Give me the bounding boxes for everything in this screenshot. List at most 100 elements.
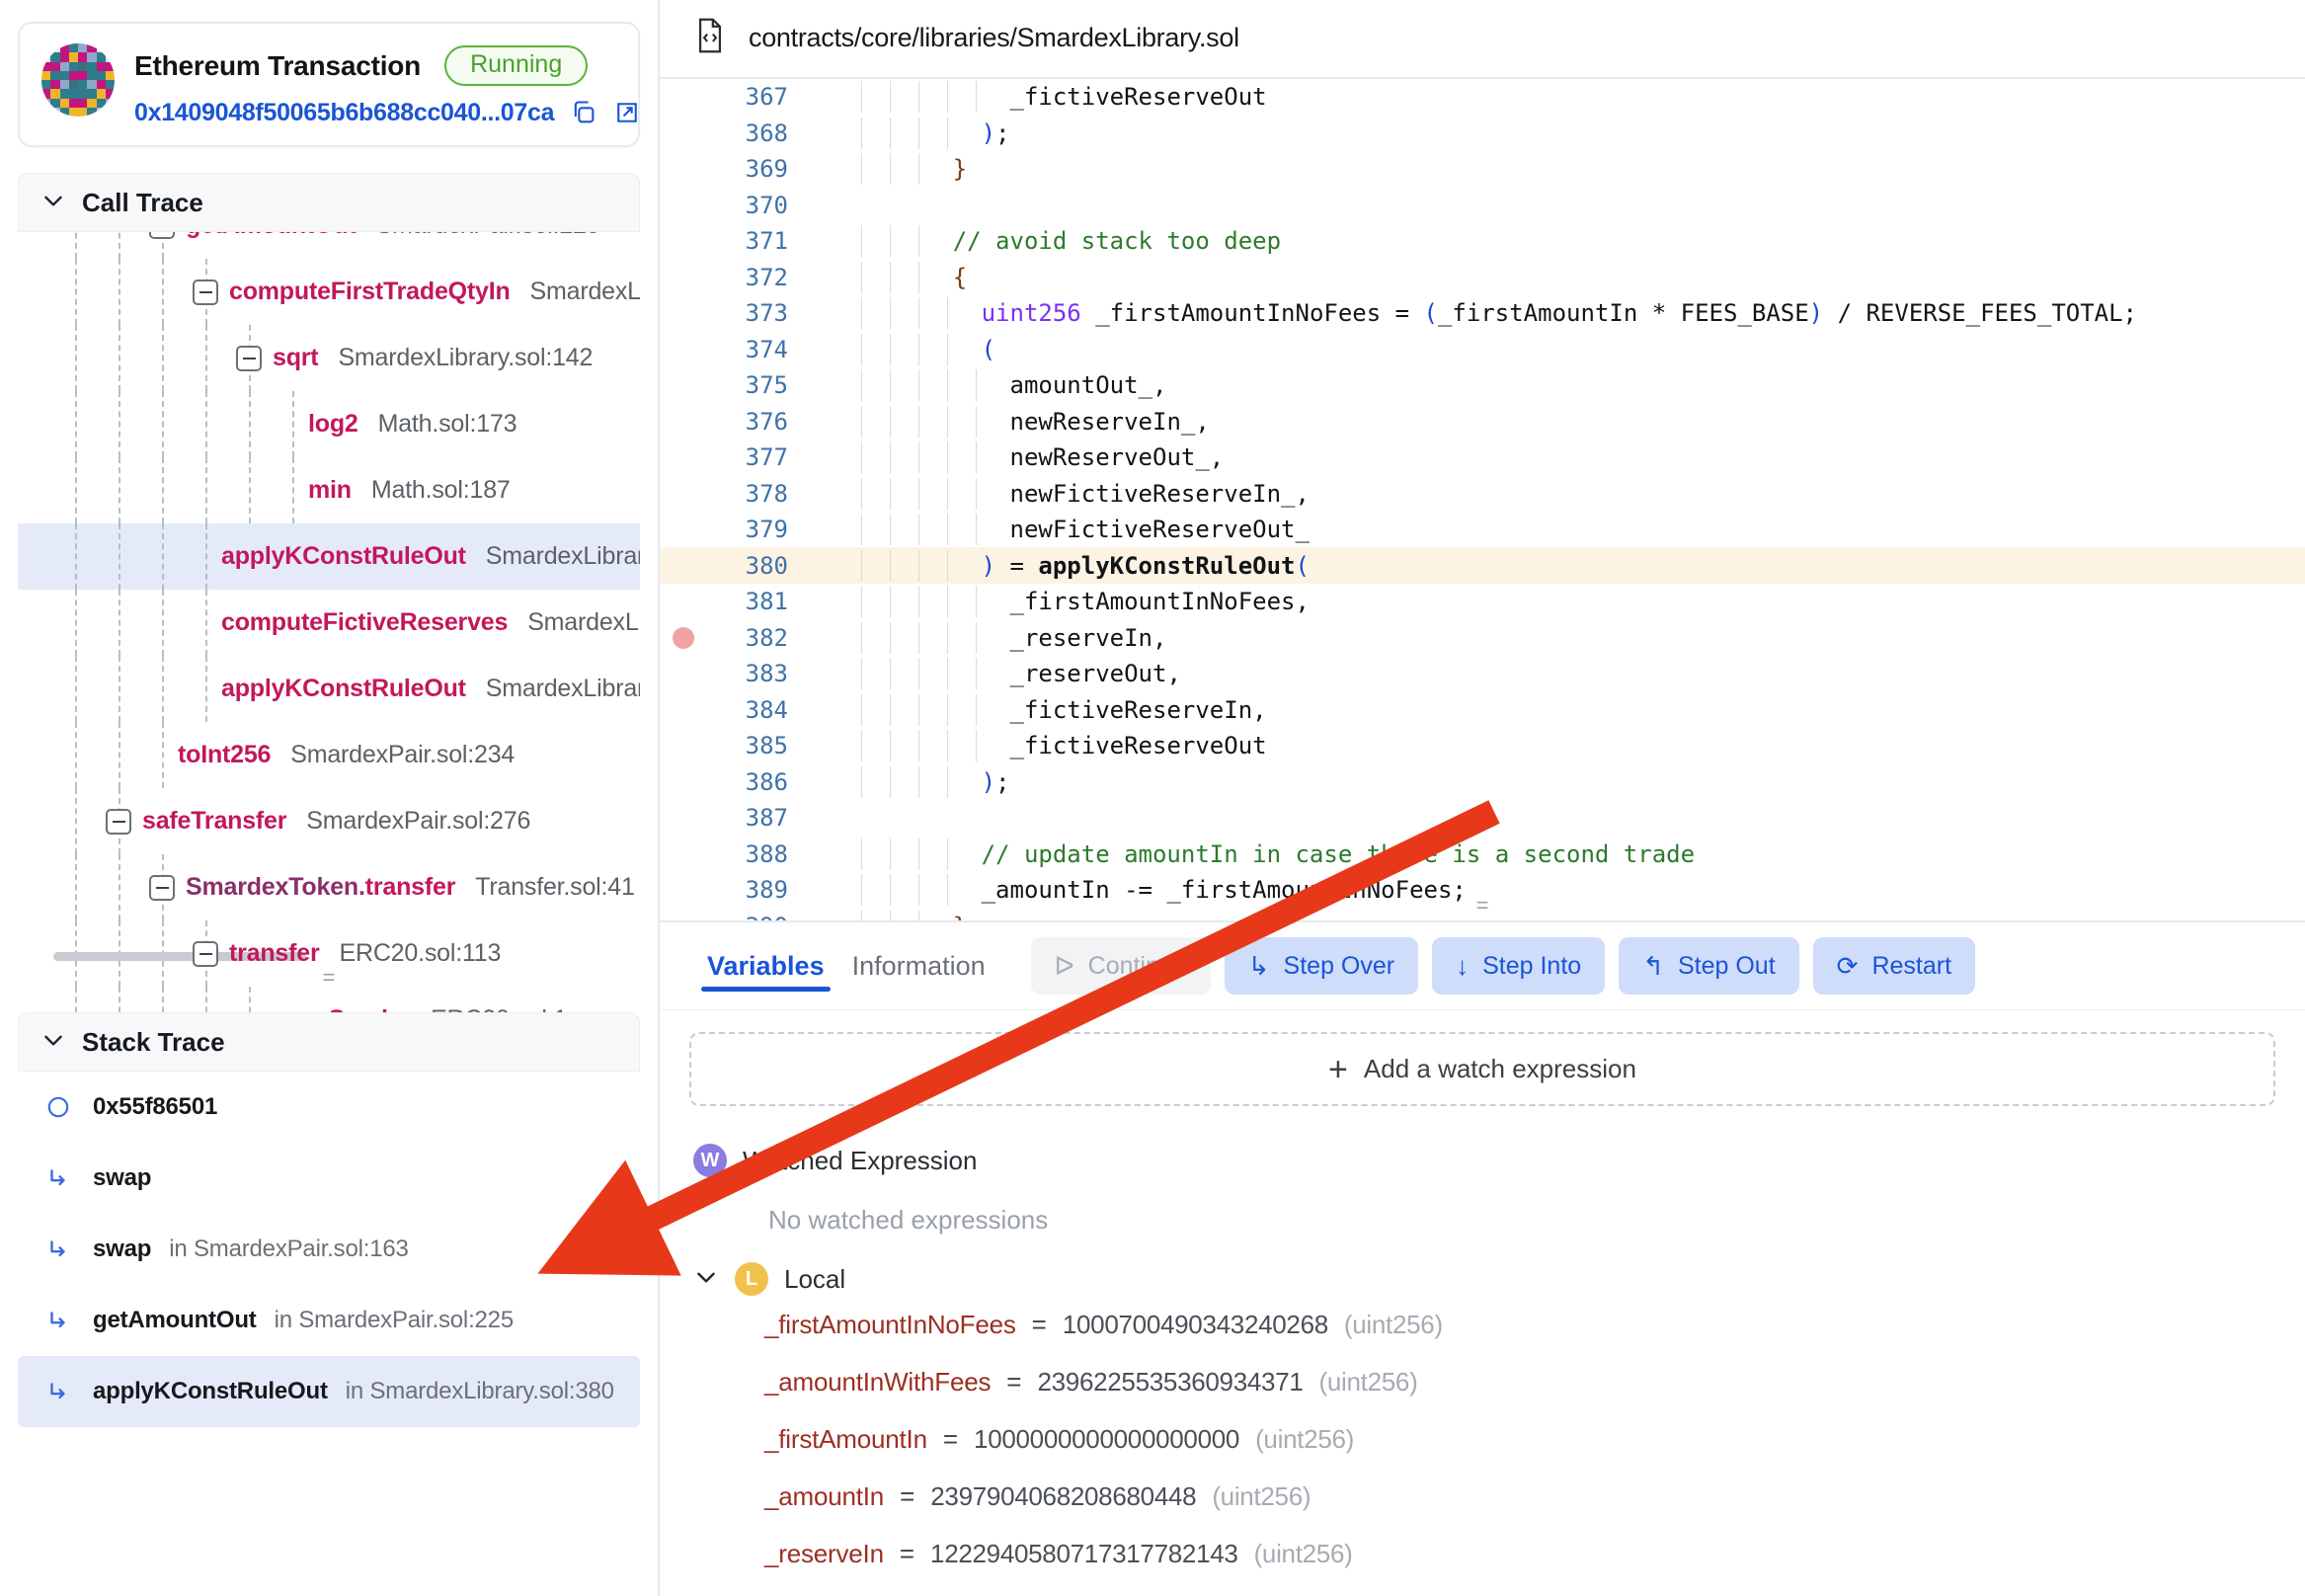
call-trace-row[interactable]: computeFirstTradeQtyIn SmardexLibrary.sol… bbox=[18, 259, 640, 325]
tab-information[interactable]: Information bbox=[838, 951, 999, 998]
code-line[interactable]: 372 { bbox=[660, 259, 2305, 295]
avatar-pixel bbox=[96, 89, 106, 99]
code-line[interactable]: 371 // avoid stack too deep bbox=[660, 223, 2305, 260]
step-over-button[interactable]: ↳ Step Over bbox=[1224, 937, 1419, 996]
indent-guide bbox=[861, 117, 862, 149]
code-token: newReserveIn_, bbox=[1009, 407, 1210, 436]
code-line[interactable]: 382 _reserveIn, bbox=[660, 619, 2305, 656]
tree-collapse-toggle[interactable] bbox=[236, 345, 262, 371]
transaction-hash-link[interactable]: 0x1409048f50065b6b688cc040...07ca bbox=[134, 99, 555, 127]
code-line[interactable]: 388 // update amountIn in case there is … bbox=[660, 836, 2305, 872]
indent-guide bbox=[975, 477, 977, 510]
code-line[interactable]: 383 _reserveOut, bbox=[660, 656, 2305, 692]
code-line[interactable]: 386 ); bbox=[660, 763, 2305, 800]
avatar-pixel bbox=[50, 107, 60, 117]
code-line[interactable]: 377 newReserveOut_, bbox=[660, 439, 2305, 476]
call-trace-row[interactable]: safeTransfer SmardexPair.sol:276 bbox=[18, 788, 640, 854]
indent-guide bbox=[861, 297, 862, 330]
call-trace-panel[interactable]: getAmountOut SmardexPair.sol:225 computeFi… bbox=[18, 232, 640, 1012]
call-trace-row[interactable]: min Math.sol:187 bbox=[18, 457, 640, 523]
code-line[interactable]: 384 _fictiveReserveIn, bbox=[660, 691, 2305, 728]
indent-guide bbox=[946, 333, 948, 365]
call-trace-row[interactable]: log2 Math.sol:173 bbox=[18, 391, 640, 457]
code-line[interactable]: 373 uint256 _firstAmountInNoFees = (_fir… bbox=[660, 295, 2305, 332]
line-number: 380 bbox=[745, 551, 788, 580]
restart-button[interactable]: ⟳ Restart bbox=[1812, 937, 1976, 996]
editor-resize-handle[interactable]: = bbox=[660, 895, 2305, 917]
code-line[interactable]: 387 bbox=[660, 800, 2305, 837]
code-line[interactable]: 381 _firstAmountInNoFees, bbox=[660, 584, 2305, 620]
breakpoint-gutter[interactable] bbox=[660, 626, 707, 649]
call-trace-row[interactable]: _msgSender ERC20.sol:1 bbox=[18, 987, 640, 1012]
indent-guide bbox=[889, 369, 891, 402]
avatar-pixel bbox=[41, 107, 51, 117]
call-trace-row[interactable]: computeFictiveReserves SmardexLibrary.sol… bbox=[18, 590, 640, 656]
stack-trace-row[interactable]: getAmountOut in SmardexPair.sol:225 bbox=[18, 1285, 640, 1356]
tree-collapse-toggle[interactable] bbox=[149, 874, 175, 901]
call-trace-row[interactable]: toInt256 SmardexPair.sol:234 bbox=[18, 722, 640, 788]
tree-collapse-toggle[interactable] bbox=[193, 279, 218, 305]
indent-guide bbox=[917, 658, 919, 690]
code-line[interactable]: 375 amountOut_, bbox=[660, 367, 2305, 404]
stack-trace-source-location: in SmardexPair.sol:225 bbox=[274, 1307, 515, 1333]
code-line[interactable]: 367 _fictiveReserveOut bbox=[660, 79, 2305, 116]
call-trace-row[interactable]: sqrt SmardexLibrary.sol:142 bbox=[18, 325, 640, 391]
call-trace-row[interactable]: getAmountOut SmardexPair.sol:225 bbox=[18, 232, 640, 259]
stack-trace-row[interactable]: applyKConstRuleOut in SmardexLibrary.sol:… bbox=[18, 1356, 640, 1427]
chevron-down-icon[interactable] bbox=[693, 1264, 719, 1295]
variable-row[interactable]: _amountInWithFees = 2396225535360934371 (ui… bbox=[693, 1367, 2305, 1424]
stack-trace-row[interactable]: swap in SmardexPair.sol:163 bbox=[18, 1214, 640, 1285]
breakpoint-icon[interactable] bbox=[673, 626, 694, 649]
variable-row[interactable]: _amountIn = 2397904068208680448 (uint256) bbox=[693, 1481, 2305, 1539]
avatar-pixel bbox=[41, 43, 51, 53]
tab-variables[interactable]: Variables bbox=[693, 951, 838, 998]
variable-row[interactable]: _firstAmountInNoFees = 1000700490343240268… bbox=[693, 1310, 2305, 1367]
code-token: ; bbox=[995, 767, 1010, 796]
tree-collapse-toggle[interactable] bbox=[106, 808, 131, 835]
external-link-icon[interactable] bbox=[613, 98, 641, 127]
code-line[interactable]: 379 newFictiveReserveOut_ bbox=[660, 512, 2305, 548]
avatar-pixel bbox=[87, 70, 97, 80]
code-line[interactable]: 368 ); bbox=[660, 115, 2305, 151]
equals-sign: = bbox=[942, 1424, 959, 1455]
avatar-pixel bbox=[68, 107, 78, 117]
code-line[interactable]: 370 bbox=[660, 187, 2305, 223]
indent-guide bbox=[917, 405, 919, 438]
stack-trace-row[interactable]: swap bbox=[18, 1143, 640, 1214]
step-out-button[interactable]: ↰ Step Out bbox=[1619, 937, 1799, 996]
code-token: _reserveIn, bbox=[1009, 623, 1167, 652]
code-line[interactable]: 369 } bbox=[660, 151, 2305, 188]
stack-trace-list: 0x55f86501 swap swap in SmardexPair.sol:163… bbox=[18, 1072, 640, 1427]
call-trace-function-name: sqrt bbox=[273, 344, 319, 371]
code-token: // avoid stack too deep bbox=[952, 227, 1282, 256]
avatar-pixel bbox=[50, 98, 60, 108]
stack-trace-row[interactable]: 0x55f86501 bbox=[18, 1072, 640, 1143]
code-line[interactable]: 376 newReserveIn_, bbox=[660, 403, 2305, 439]
avatar-pixel bbox=[96, 61, 106, 71]
call-trace-row[interactable]: SmardexToken.transfer Transfer.sol:41 bbox=[18, 854, 640, 920]
avatar-pixel bbox=[59, 43, 69, 53]
line-number: 384 bbox=[745, 695, 788, 724]
code-text: // avoid stack too deep bbox=[859, 225, 2305, 258]
code-editor[interactable]: 367 _fictiveReserveOut 368 ); 369 } 370 371 … bbox=[660, 78, 2305, 923]
local-variables-group[interactable]: L Local bbox=[693, 1248, 2305, 1310]
call-trace-resize-handle[interactable]: = bbox=[18, 967, 640, 989]
tree-collapse-toggle[interactable] bbox=[193, 940, 218, 967]
copy-icon[interactable] bbox=[570, 98, 597, 127]
code-line[interactable]: 374 ( bbox=[660, 331, 2305, 367]
code-line[interactable]: 380 ) = applyKConstRuleOut( bbox=[660, 547, 2305, 584]
stack-trace-header[interactable]: Stack Trace bbox=[18, 1012, 640, 1072]
call-trace-row[interactable]: applyKConstRuleOut SmardexLibrary.sol:380 bbox=[18, 523, 640, 590]
call-trace-row[interactable]: applyKConstRuleOut SmardexLibrary.sol:380 bbox=[18, 656, 640, 722]
call-trace-header[interactable]: Call Trace bbox=[18, 173, 640, 232]
watched-expression-group[interactable]: W Watched Expression bbox=[693, 1130, 2305, 1191]
variable-row[interactable]: _reserveIn = 1222940580717317782143 (uint25… bbox=[693, 1539, 2305, 1596]
code-line[interactable]: 378 newFictiveReserveIn_, bbox=[660, 475, 2305, 512]
code-token: newReserveOut_, bbox=[1009, 443, 1225, 472]
tree-collapse-toggle[interactable] bbox=[149, 232, 175, 239]
variable-row[interactable]: _firstAmountIn = 1000000000000000000 (uint2… bbox=[693, 1424, 2305, 1481]
add-watch-expression-button[interactable]: + Add a watch expression bbox=[689, 1032, 2275, 1107]
avatar-pixel bbox=[68, 70, 78, 80]
step-into-button[interactable]: ↓ Step Into bbox=[1432, 937, 1606, 996]
code-line[interactable]: 385 _fictiveReserveOut bbox=[660, 728, 2305, 764]
